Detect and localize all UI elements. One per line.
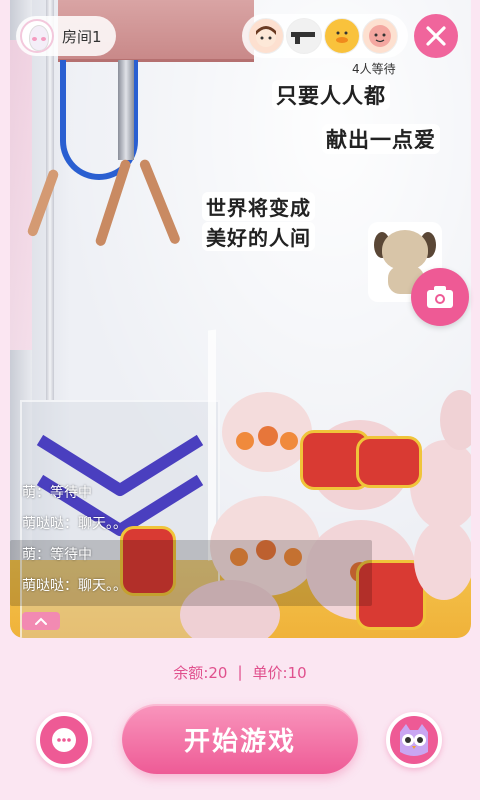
balance-label: 余额 xyxy=(173,663,204,682)
separator: | xyxy=(237,663,243,681)
queue-count: 4人等待 xyxy=(352,62,396,76)
chat-button[interactable] xyxy=(36,712,92,768)
switch-camera-button[interactable] xyxy=(411,268,469,326)
gun-avatar-icon[interactable] xyxy=(286,18,322,54)
duck-avatar-icon[interactable] xyxy=(324,18,360,54)
egg-character-icon xyxy=(20,19,54,53)
balance-value: 20 xyxy=(208,663,228,682)
room-label: 房间1 xyxy=(62,27,102,46)
chat-message: 萌哒哒：聊天。。 xyxy=(22,578,127,594)
chat-collapse-toggle[interactable] xyxy=(22,612,60,630)
chat-bubble-icon xyxy=(52,728,76,752)
sticker-text: 献出一点爱 xyxy=(322,124,440,154)
sticker-text: 世界将变成 xyxy=(202,192,315,221)
girl-avatar-icon[interactable] xyxy=(248,18,284,54)
balance-info: 余额:20 xyxy=(173,663,228,682)
owl-icon xyxy=(400,724,428,756)
close-icon xyxy=(426,26,446,46)
chat-message: 萌哒哒：聊天。。 xyxy=(22,516,127,532)
side-sticker-strip xyxy=(10,40,32,350)
chevron-up-icon xyxy=(35,617,47,625)
price-label: 单价 xyxy=(252,663,283,682)
price-info: 单价:10 xyxy=(252,663,307,682)
price-value: 10 xyxy=(287,663,307,682)
balance-row: 余额:20 | 单价:10 xyxy=(0,660,480,684)
room-indicator[interactable]: 房间1 xyxy=(16,16,116,56)
plush-toy xyxy=(414,520,471,600)
chat-message: 萌：等待中 xyxy=(22,485,92,501)
viewer-avatars[interactable] xyxy=(242,14,408,58)
chat-message: 萌：等待中 xyxy=(22,547,92,563)
owl-menu-button[interactable] xyxy=(386,712,442,768)
plush-toy xyxy=(222,392,312,472)
camera-icon xyxy=(427,286,453,308)
sticker-text: 只要人人都 xyxy=(272,80,390,110)
pink-creature-avatar-icon[interactable] xyxy=(362,18,398,54)
start-game-button[interactable]: 开始游戏 xyxy=(122,704,358,774)
plush-toy-body xyxy=(356,436,422,488)
close-button[interactable] xyxy=(414,14,458,58)
crane-rod xyxy=(118,60,134,160)
sticker-text: 美好的人间 xyxy=(202,222,315,251)
chat-log: 萌：等待中 萌哒哒：聊天。。 萌：等待中 萌哒哒：聊天。。 xyxy=(10,478,180,602)
